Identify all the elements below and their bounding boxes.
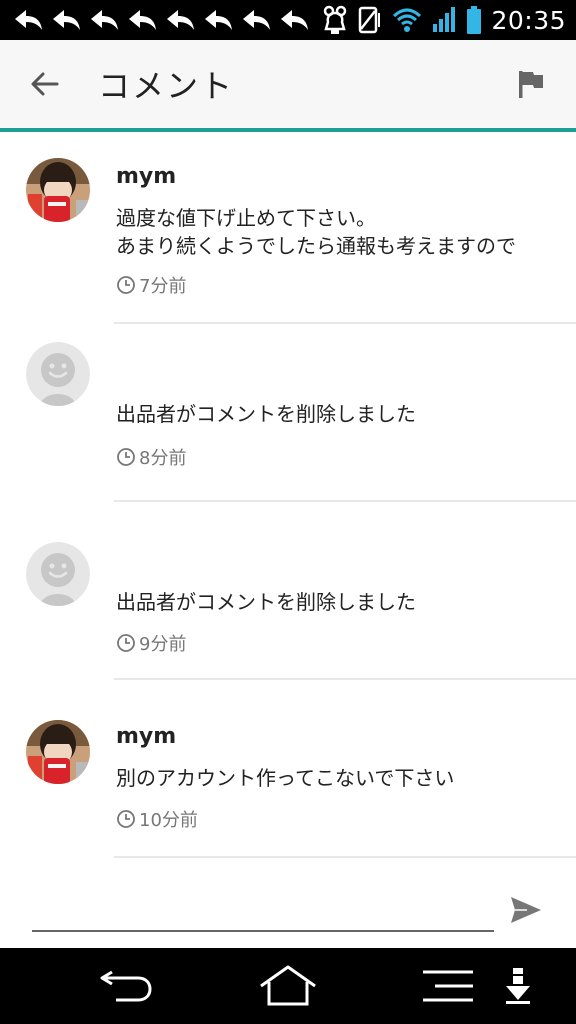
- menu-nav-icon: [423, 970, 473, 1002]
- avatar[interactable]: [26, 720, 90, 784]
- wifi-icon: [393, 8, 422, 32]
- clock-icon: [117, 448, 135, 466]
- comment-time-label: 10分前: [139, 810, 198, 831]
- reply-notification-icon: [129, 10, 156, 30]
- comment-screen: 20:35 コメント mym 過度な値下げ止めて下さい。 あまり続くようでしたら…: [0, 0, 576, 1024]
- comment-text: 出品者がコメントを削除しました: [116, 402, 416, 426]
- comment-text: 過度な値下げ止めて下さい。 あまり続くようでしたら通報も考えますので: [116, 206, 516, 258]
- reply-notification-icon: [91, 10, 118, 30]
- clock-icon: [117, 810, 135, 828]
- home-nav-icon: [260, 965, 316, 1006]
- nav-download-button[interactable]: [500, 962, 536, 1010]
- clock-icon: [117, 276, 135, 294]
- app-bar: コメント: [0, 40, 576, 128]
- send-button[interactable]: [504, 888, 548, 932]
- comment-timestamp: 8分前: [116, 444, 186, 470]
- comment-text: 別のアカウント作ってこないで下さい: [116, 766, 455, 790]
- alarm-icon: [324, 5, 347, 34]
- flag-icon: [519, 71, 543, 98]
- comment-input[interactable]: [32, 888, 494, 932]
- page-title: コメント: [98, 67, 235, 105]
- comment-item: mym 別のアカウント作ってこないで下さい 10分前: [0, 680, 576, 858]
- status-bar: 20:35: [0, 0, 576, 40]
- comment-username[interactable]: mym: [116, 164, 176, 189]
- reply-notification-icon: [15, 10, 42, 30]
- signal-icon: [433, 7, 456, 32]
- system-nav-bar: [0, 948, 576, 1024]
- clock: 20:35: [491, 5, 566, 35]
- avatar[interactable]: [26, 542, 90, 606]
- comment-list: mym 過度な値下げ止めて下さい。 あまり続くようでしたら通報も考えますので 7…: [0, 132, 576, 858]
- send-icon: [511, 897, 541, 923]
- reply-notification-icon: [205, 10, 232, 30]
- default-face-icon: [26, 342, 90, 406]
- comment-timestamp: 7分前: [116, 272, 186, 298]
- comment-timestamp: 10分前: [116, 806, 198, 832]
- reply-notification-icon: [53, 10, 80, 30]
- nav-back-button[interactable]: [96, 962, 156, 1010]
- clock-icon: [117, 634, 135, 652]
- battery-icon: [467, 6, 482, 34]
- download-nav-icon: [506, 968, 530, 1004]
- comment-input-bar: [0, 858, 576, 948]
- comment-username[interactable]: mym: [116, 724, 176, 749]
- comment-time-label: 7分前: [139, 276, 187, 297]
- status-indicators: 20:35: [322, 5, 566, 35]
- back-nav-icon: [100, 970, 152, 1002]
- nav-menu-button[interactable]: [420, 962, 476, 1010]
- reply-notification-icon: [167, 10, 194, 30]
- avatar[interactable]: [26, 158, 90, 222]
- user-photo-icon: [26, 720, 90, 784]
- nav-home-button[interactable]: [256, 962, 320, 1010]
- vibrate-silent-icon: [359, 6, 381, 34]
- comment-item: 出品者がコメントを削除しました 8分前: [0, 324, 576, 502]
- comment-text: 出品者がコメントを削除しました: [116, 590, 416, 614]
- user-photo-icon: [26, 158, 90, 222]
- avatar[interactable]: [26, 342, 90, 406]
- report-flag-button[interactable]: [486, 40, 576, 128]
- reply-notification-icon: [281, 10, 308, 30]
- comment-time-label: 9分前: [139, 634, 187, 655]
- comment-item: 出品者がコメントを削除しました 9分前: [0, 502, 576, 680]
- notification-icons: [12, 6, 310, 34]
- reply-notification-icon: [243, 10, 270, 30]
- comment-timestamp: 9分前: [116, 630, 186, 656]
- default-face-icon: [26, 542, 90, 606]
- arrow-back-icon: [31, 72, 59, 96]
- back-button[interactable]: [0, 40, 90, 128]
- comment-time-label: 8分前: [139, 448, 187, 469]
- comment-item: mym 過度な値下げ止めて下さい。 あまり続くようでしたら通報も考えますので 7…: [0, 132, 576, 324]
